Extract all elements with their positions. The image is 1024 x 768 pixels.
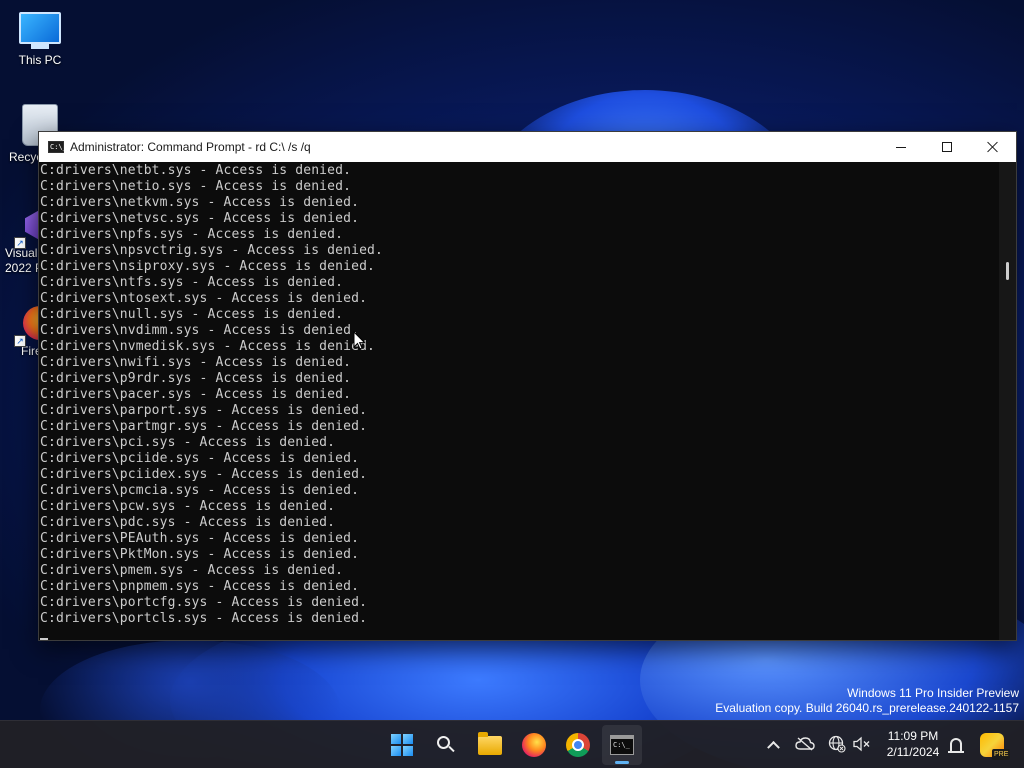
console-line: C:drivers\nwifi.sys - Access is denied. [40, 355, 352, 370]
console-line: C:drivers\pciide.sys - Access is denied. [40, 451, 360, 466]
console-line: C:drivers\netvsc.sys - Access is denied. [40, 211, 360, 226]
monitor-icon [19, 12, 61, 44]
desktop-icon-this-pc[interactable]: This PC [0, 8, 80, 67]
close-icon [987, 141, 999, 153]
network-tray-button[interactable] [826, 733, 848, 755]
volume-muted-icon [853, 736, 870, 752]
console-line: C:drivers\pacer.sys - Access is denied. [40, 387, 352, 402]
copilot-preview-badge: PRE [992, 749, 1011, 760]
console-line: C:drivers\parport.sys - Access is denied… [40, 403, 368, 418]
start-button[interactable] [382, 725, 422, 765]
firefox-icon [522, 733, 546, 757]
console-line: C:drivers\pciidex.sys - Access is denied… [40, 467, 368, 482]
scrollbar-thumb[interactable] [1006, 262, 1009, 280]
folder-icon [478, 731, 502, 755]
console-line: C:drivers\pcmcia.sys - Access is denied. [40, 483, 360, 498]
active-app-indicator [615, 761, 629, 764]
console-line: C:drivers\partmgr.sys - Access is denied… [40, 419, 368, 434]
firefox-taskbar-button[interactable] [514, 725, 554, 765]
taskbar-clock[interactable]: 11:09 PM 2/11/2024 [876, 728, 950, 760]
console-line: C:drivers\netio.sys - Access is denied. [40, 179, 352, 194]
console-line: C:drivers\pci.sys - Access is denied. [40, 435, 336, 450]
minimize-button[interactable] [878, 132, 924, 162]
console-line: C:drivers\pmem.sys - Access is denied. [40, 563, 344, 578]
console-line: C:drivers\npfs.sys - Access is denied. [40, 227, 344, 242]
console-line: C:drivers\p9rdr.sys - Access is denied. [40, 371, 352, 386]
search-button[interactable] [426, 725, 466, 765]
chevron-up-icon [766, 740, 780, 754]
clock-date: 2/11/2024 [886, 745, 940, 759]
vertical-scrollbar[interactable] [999, 162, 1016, 640]
window-titlebar[interactable]: C:\_ Administrator: Command Prompt - rd … [39, 132, 1016, 162]
console-line: C:drivers\netkvm.sys - Access is denied. [40, 195, 360, 210]
bell-icon [948, 737, 964, 753]
maximize-button[interactable] [924, 132, 970, 162]
console-line: C:drivers\nsiproxy.sys - Access is denie… [40, 259, 376, 274]
console-line: C:drivers\nvdimm.sys - Access is denied. [40, 323, 360, 338]
console-line: C:drivers\netbt.sys - Access is denied. [40, 163, 352, 178]
globe-icon [828, 735, 846, 753]
os-watermark-line: Evaluation copy. Build 26040.rs_prerelea… [715, 701, 1019, 715]
file-explorer-button[interactable] [470, 725, 510, 765]
console-line: C:drivers\pdc.sys - Access is denied. [40, 515, 336, 530]
console-line: C:drivers\pnpmem.sys - Access is denied. [40, 579, 360, 594]
console-line: C:drivers\PktMon.sys - Access is denied. [40, 547, 360, 562]
show-hidden-icons-button[interactable] [762, 733, 784, 755]
console-line: C:drivers\nvmedisk.sys - Access is denie… [40, 339, 376, 354]
shortcut-arrow-icon: ↗ [14, 335, 26, 347]
terminal-icon: C:\_ [610, 735, 634, 755]
command-prompt-window[interactable]: C:\_ Administrator: Command Prompt - rd … [38, 131, 1017, 641]
maximize-icon [942, 142, 952, 152]
notifications-button[interactable] [945, 733, 967, 755]
console-line: C:drivers\ntosext.sys - Access is denied… [40, 291, 368, 306]
cloud-offline-icon [795, 737, 815, 751]
console-line: C:drivers\portcfg.sys - Access is denied… [40, 595, 368, 610]
chrome-icon [566, 733, 590, 757]
console-line: C:drivers\npsvctrig.sys - Access is deni… [40, 243, 383, 258]
minimize-icon [896, 146, 906, 148]
desktop-icon-label: This PC [18, 53, 62, 67]
search-icon [437, 736, 455, 754]
volume-tray-button[interactable] [851, 733, 873, 755]
console-output[interactable]: C:drivers\netbt.sys - Access is denied. C… [39, 162, 1001, 640]
taskbar: C:\_ 11:09 PM 2/11/2024 PRE [0, 720, 1024, 768]
console-line: C:drivers\null.sys - Access is denied. [40, 307, 344, 322]
windows-logo-icon [391, 734, 413, 756]
shortcut-arrow-icon: ↗ [14, 237, 26, 249]
close-button[interactable] [970, 132, 1016, 162]
console-line: C:drivers\PEAuth.sys - Access is denied. [40, 531, 360, 546]
console-line: C:drivers\pcw.sys - Access is denied. [40, 499, 336, 514]
command-prompt-icon: C:\_ [48, 141, 67, 153]
clock-time: 11:09 PM [887, 729, 939, 743]
command-prompt-taskbar-button[interactable]: C:\_ [602, 725, 642, 765]
window-title: Administrator: Command Prompt - rd C:\ /… [70, 140, 311, 154]
console-line: C:drivers\ntfs.sys - Access is denied. [40, 275, 344, 290]
console-line: C:drivers\portcls.sys - Access is denied… [40, 611, 368, 626]
text-cursor [40, 638, 48, 640]
onedrive-tray-button[interactable] [794, 733, 816, 755]
chrome-taskbar-button[interactable] [558, 725, 598, 765]
os-watermark-line: Windows 11 Pro Insider Preview [847, 686, 1019, 700]
